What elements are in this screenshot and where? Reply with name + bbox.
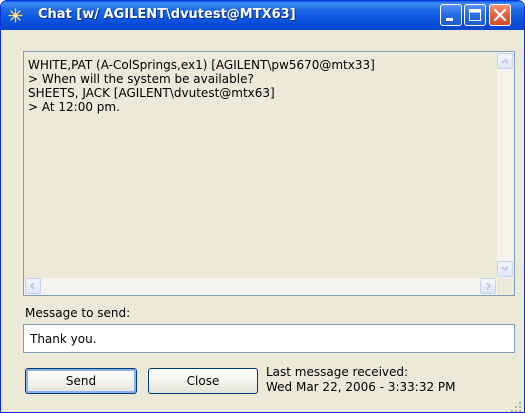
- close-button[interactable]: Close: [148, 368, 258, 394]
- scroll-up-button[interactable]: [497, 53, 513, 69]
- agilent-spark-icon: [8, 8, 23, 23]
- chat-window: Chat [w/ AGILENT\dvutest@MTX63] WHITE,PA…: [0, 0, 525, 413]
- chat-line: SHEETS, JACK [AGILENT\dvutest@mtx63]: [28, 86, 275, 100]
- chat-transcript: WHITE,PAT (A-ColSprings,ex1) [AGILENT\pw…: [28, 58, 375, 114]
- chat-line: > When will the system be available?: [28, 72, 254, 86]
- chat-line: WHITE,PAT (A-ColSprings,ex1) [AGILENT\pw…: [28, 58, 375, 72]
- minimize-button[interactable]: [440, 4, 462, 26]
- horizontal-scrollbar[interactable]: [24, 278, 497, 295]
- send-button[interactable]: Send: [25, 368, 137, 394]
- close-window-button[interactable]: [489, 4, 511, 26]
- title-bar[interactable]: Chat [w/ AGILENT\dvutest@MTX63]: [1, 1, 524, 30]
- window-title: Chat [w/ AGILENT\dvutest@MTX63]: [38, 7, 296, 22]
- chat-line: > At 12:00 pm.: [28, 100, 120, 114]
- scrollbar-corner: [497, 278, 514, 295]
- scroll-left-button[interactable]: [25, 278, 41, 294]
- resize-grip-icon[interactable]: [510, 398, 522, 412]
- message-label: Message to send:: [25, 306, 131, 320]
- message-input[interactable]: [23, 324, 515, 353]
- chat-history[interactable]: WHITE,PAT (A-ColSprings,ex1) [AGILENT\pw…: [23, 51, 515, 296]
- maximize-button[interactable]: [464, 4, 486, 26]
- last-message-label: Last message received:: [266, 365, 409, 379]
- scroll-down-button[interactable]: [497, 261, 513, 277]
- last-message-timestamp: Wed Mar 22, 2006 - 3:33:32 PM: [266, 380, 456, 394]
- vertical-scrollbar[interactable]: [497, 52, 514, 278]
- scroll-right-button[interactable]: [480, 278, 496, 294]
